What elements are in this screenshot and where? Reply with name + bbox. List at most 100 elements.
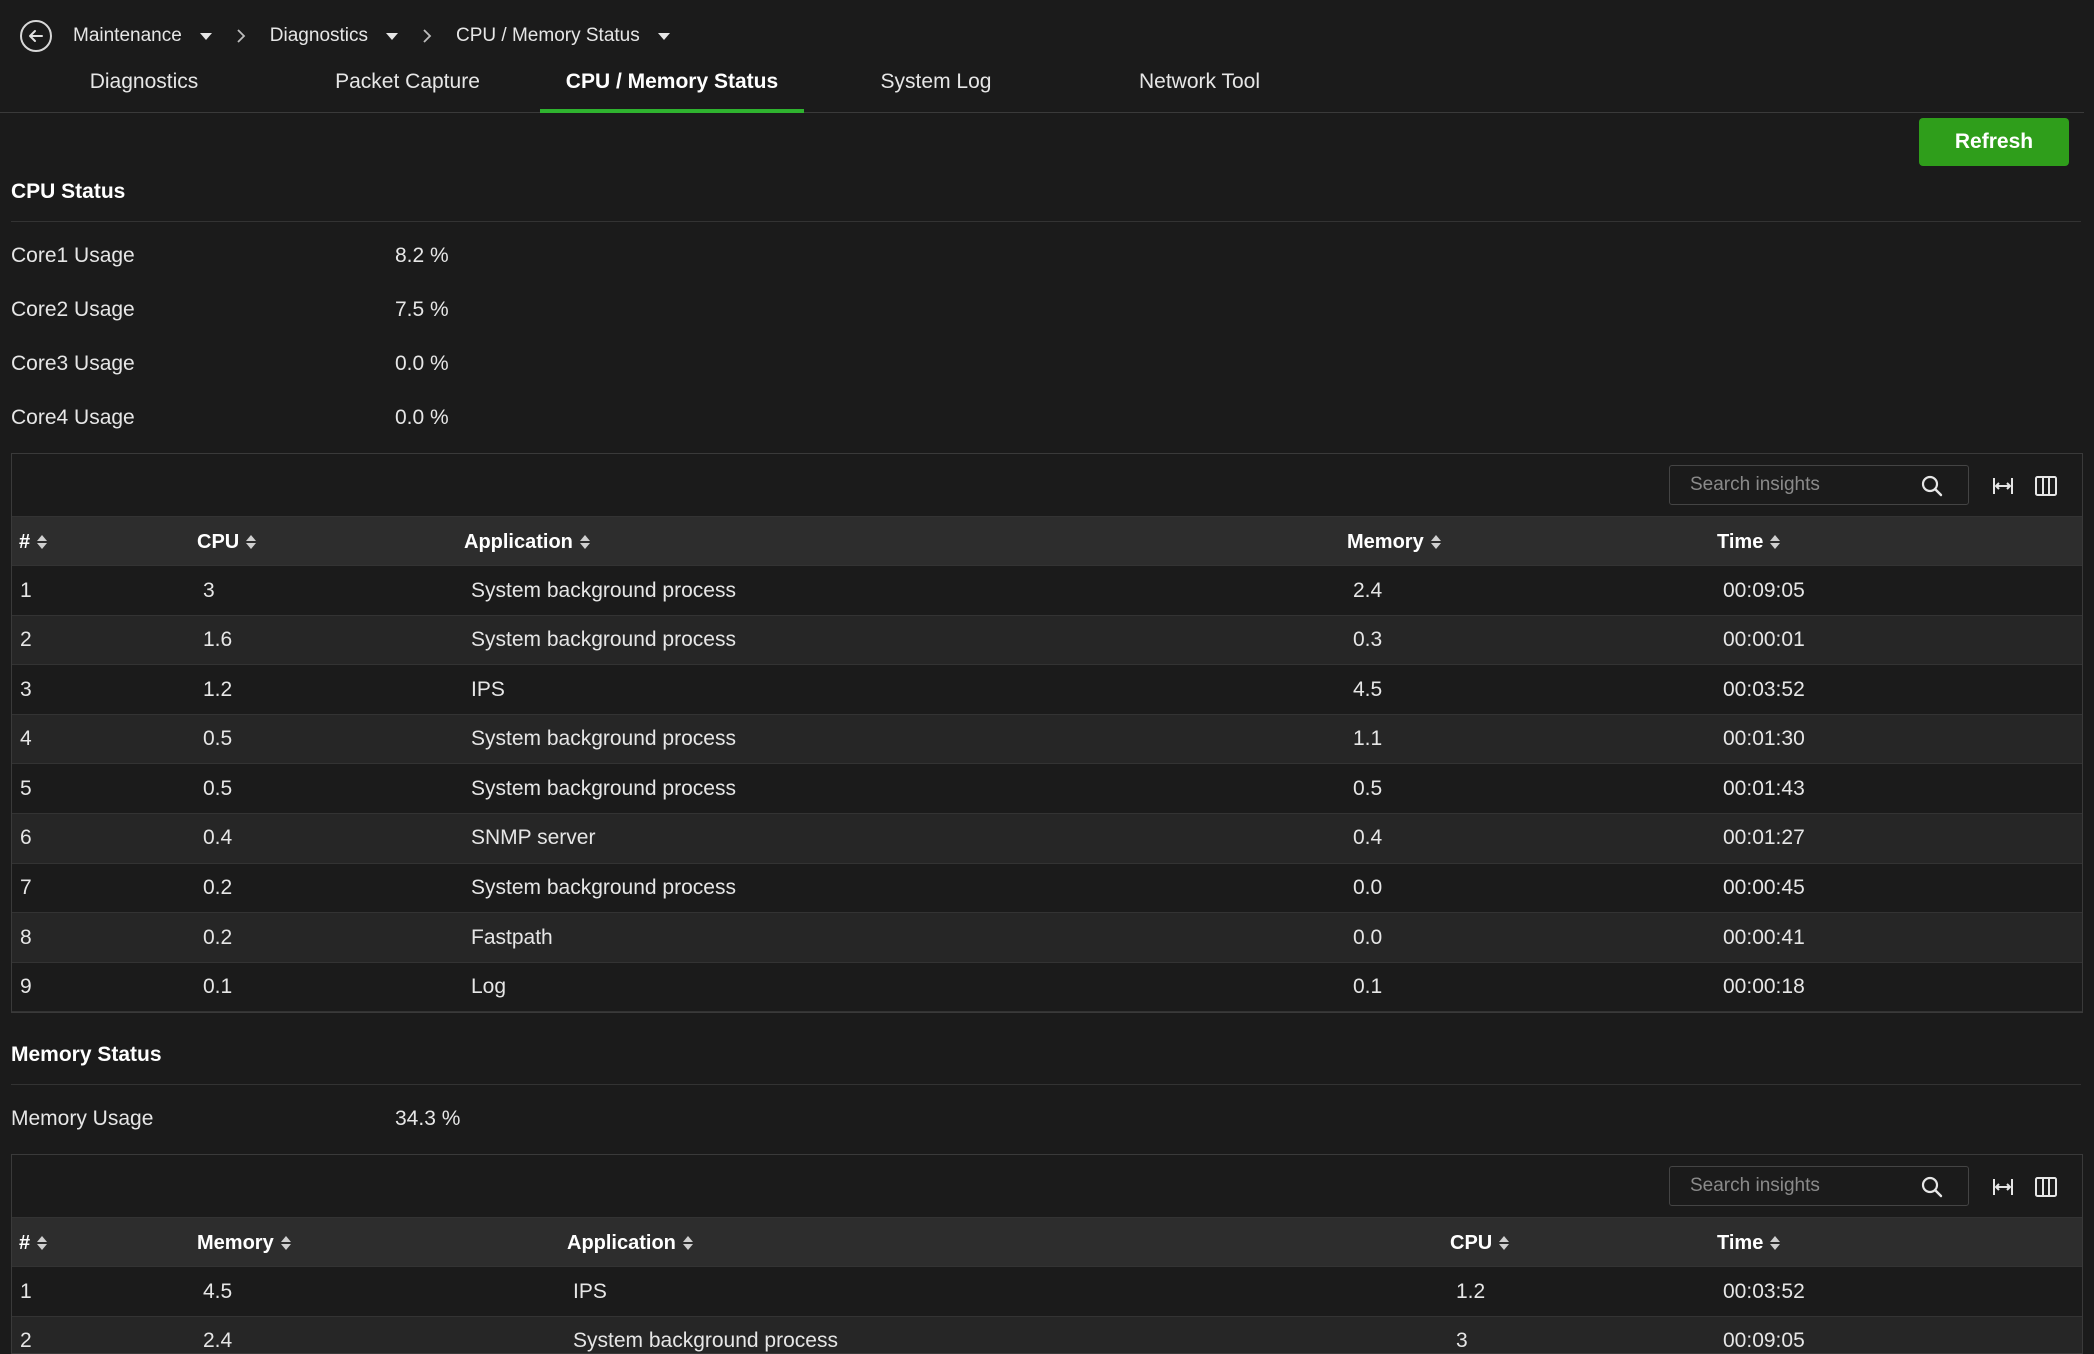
column-header-memory[interactable]: Memory (197, 1218, 291, 1268)
cell-application: SNMP server (471, 826, 596, 850)
refresh-button[interactable]: Refresh (1919, 118, 2069, 166)
tab-system-log[interactable]: System Log (877, 70, 995, 112)
search-input[interactable] (1670, 474, 1910, 496)
chevron-right-icon (422, 29, 432, 43)
table-row[interactable]: 2 2.4 System background process 3 00:09:05 (12, 1316, 2082, 1353)
column-header-application[interactable]: Application (567, 1218, 693, 1268)
table-row[interactable]: 7 0.2 System background process 0.0 00:00:45 (12, 864, 2082, 914)
chevron-right-icon (236, 29, 246, 43)
core3-usage-label: Core3 Usage (11, 352, 135, 375)
cell-memory: 2.4 (1353, 578, 1383, 602)
tab-packet-capture[interactable]: Packet Capture (331, 70, 484, 112)
header-label: CPU (1450, 1231, 1493, 1254)
sort-icon[interactable] (1770, 535, 1781, 549)
sort-icon[interactable] (280, 1236, 291, 1250)
column-header-index[interactable]: # (19, 517, 48, 567)
tab-diagnostics[interactable]: Diagnostics (85, 70, 203, 112)
cell-index: 9 (20, 975, 32, 999)
cell-memory: 2.4 (203, 1329, 233, 1353)
breadcrumb-maintenance[interactable]: Maintenance (73, 25, 212, 47)
memory-usage-label: Memory Usage (11, 1107, 154, 1130)
cell-memory: 0.3 (1353, 628, 1383, 652)
column-header-application[interactable]: Application (464, 517, 590, 567)
search-icon[interactable] (1920, 1175, 1944, 1199)
breadcrumb-label: Diagnostics (269, 25, 369, 46)
breadcrumb-diagnostics[interactable]: Diagnostics (269, 25, 399, 47)
table-row[interactable]: 1 4.5 IPS 1.2 00:03:52 (12, 1267, 2082, 1317)
table-header-row: # CPU Application Memory Time (12, 516, 2082, 566)
table-row[interactable]: 4 0.5 System background process 1.1 00:01:30 (12, 714, 2082, 765)
tab-label: Packet Capture (335, 70, 480, 93)
cell-cpu: 1.2 (203, 677, 233, 701)
table-row[interactable]: 2 1.6 System background process 0.3 00:00:01 (12, 615, 2082, 666)
cell-index: 3 (20, 677, 32, 701)
cell-time: 00:00:41 (1723, 925, 1805, 949)
fit-width-icon[interactable] (1991, 474, 2015, 498)
cell-cpu: 0.2 (203, 876, 233, 900)
column-header-time[interactable]: Time (1717, 517, 1781, 567)
back-button[interactable] (20, 20, 52, 52)
table-row[interactable]: 6 0.4 SNMP server 0.4 00:01:27 (12, 813, 2082, 864)
cell-index: 7 (20, 876, 32, 900)
search-icon[interactable] (1920, 474, 1944, 498)
active-tab-indicator (540, 109, 804, 113)
cell-cpu: 1.6 (203, 628, 233, 652)
sort-icon[interactable] (37, 535, 48, 549)
search-box (1669, 1166, 1969, 1206)
caret-down-icon[interactable] (657, 32, 670, 40)
header-label: Memory (1347, 530, 1424, 553)
sort-icon[interactable] (37, 1236, 48, 1250)
caret-down-icon[interactable] (386, 32, 399, 40)
divider (11, 221, 2081, 222)
cell-memory: 4.5 (203, 1279, 233, 1303)
tab-bar: Diagnostics Packet Capture CPU / Memory … (0, 60, 2084, 113)
column-header-cpu[interactable]: CPU (1450, 1218, 1510, 1268)
cell-memory: 4.5 (1353, 677, 1383, 701)
caret-down-icon[interactable] (199, 32, 212, 40)
fit-width-icon[interactable] (1991, 1175, 2015, 1199)
table-row[interactable]: 9 0.1 Log 0.1 00:00:18 (12, 963, 2082, 1012)
tab-label: Network Tool (1139, 70, 1260, 93)
column-header-time[interactable]: Time (1717, 1218, 1781, 1268)
divider (11, 1084, 2081, 1085)
cell-time: 00:03:52 (1723, 1279, 1805, 1303)
cell-time: 00:09:05 (1723, 578, 1805, 602)
breadcrumb-cpu-memory-status[interactable]: CPU / Memory Status (456, 25, 670, 47)
cell-index: 5 (20, 776, 32, 800)
sort-icon[interactable] (682, 1236, 693, 1250)
cell-application: IPS (471, 677, 505, 701)
core1-usage-value: 8.2 % (395, 244, 449, 267)
header-label: # (19, 530, 31, 553)
table-row[interactable]: 8 0.2 Fastpath 0.0 00:00:41 (12, 913, 2082, 963)
breadcrumb-label: CPU / Memory Status (456, 25, 640, 46)
core4-usage-value: 0.0 % (395, 406, 449, 429)
sort-icon[interactable] (1430, 535, 1441, 549)
column-header-memory[interactable]: Memory (1347, 517, 1441, 567)
cell-cpu: 0.1 (203, 975, 233, 999)
cell-index: 2 (20, 1329, 32, 1353)
tab-label: CPU / Memory Status (565, 70, 779, 93)
column-header-cpu[interactable]: CPU (197, 517, 257, 567)
sort-icon[interactable] (1499, 1236, 1510, 1250)
sort-icon[interactable] (246, 535, 257, 549)
columns-icon[interactable] (2034, 1175, 2058, 1199)
table-row[interactable]: 3 1.2 IPS 4.5 00:03:52 (12, 665, 2082, 715)
header-label: Memory (197, 1231, 274, 1254)
sort-icon[interactable] (579, 535, 590, 549)
cell-index: 4 (20, 727, 32, 751)
table-row[interactable]: 1 3 System background process 2.4 00:09:05 (12, 566, 2082, 616)
tab-network-tool[interactable]: Network Tool (1133, 70, 1266, 112)
search-input[interactable] (1670, 1175, 1910, 1197)
cell-time: 00:03:52 (1723, 677, 1805, 701)
column-header-index[interactable]: # (19, 1218, 48, 1268)
cell-application: System background process (471, 578, 736, 602)
table-row[interactable]: 5 0.5 System background process 0.5 00:01:43 (12, 764, 2082, 814)
cell-memory: 1.1 (1353, 727, 1383, 751)
cell-cpu: 0.5 (203, 727, 233, 751)
columns-icon[interactable] (2034, 474, 2058, 498)
cell-time: 00:00:45 (1723, 876, 1805, 900)
tab-cpu-memory-status[interactable]: CPU / Memory Status (540, 70, 804, 113)
sort-icon[interactable] (1770, 1236, 1781, 1250)
core1-usage-label: Core1 Usage (11, 244, 135, 267)
cell-memory: 0.0 (1353, 925, 1383, 949)
